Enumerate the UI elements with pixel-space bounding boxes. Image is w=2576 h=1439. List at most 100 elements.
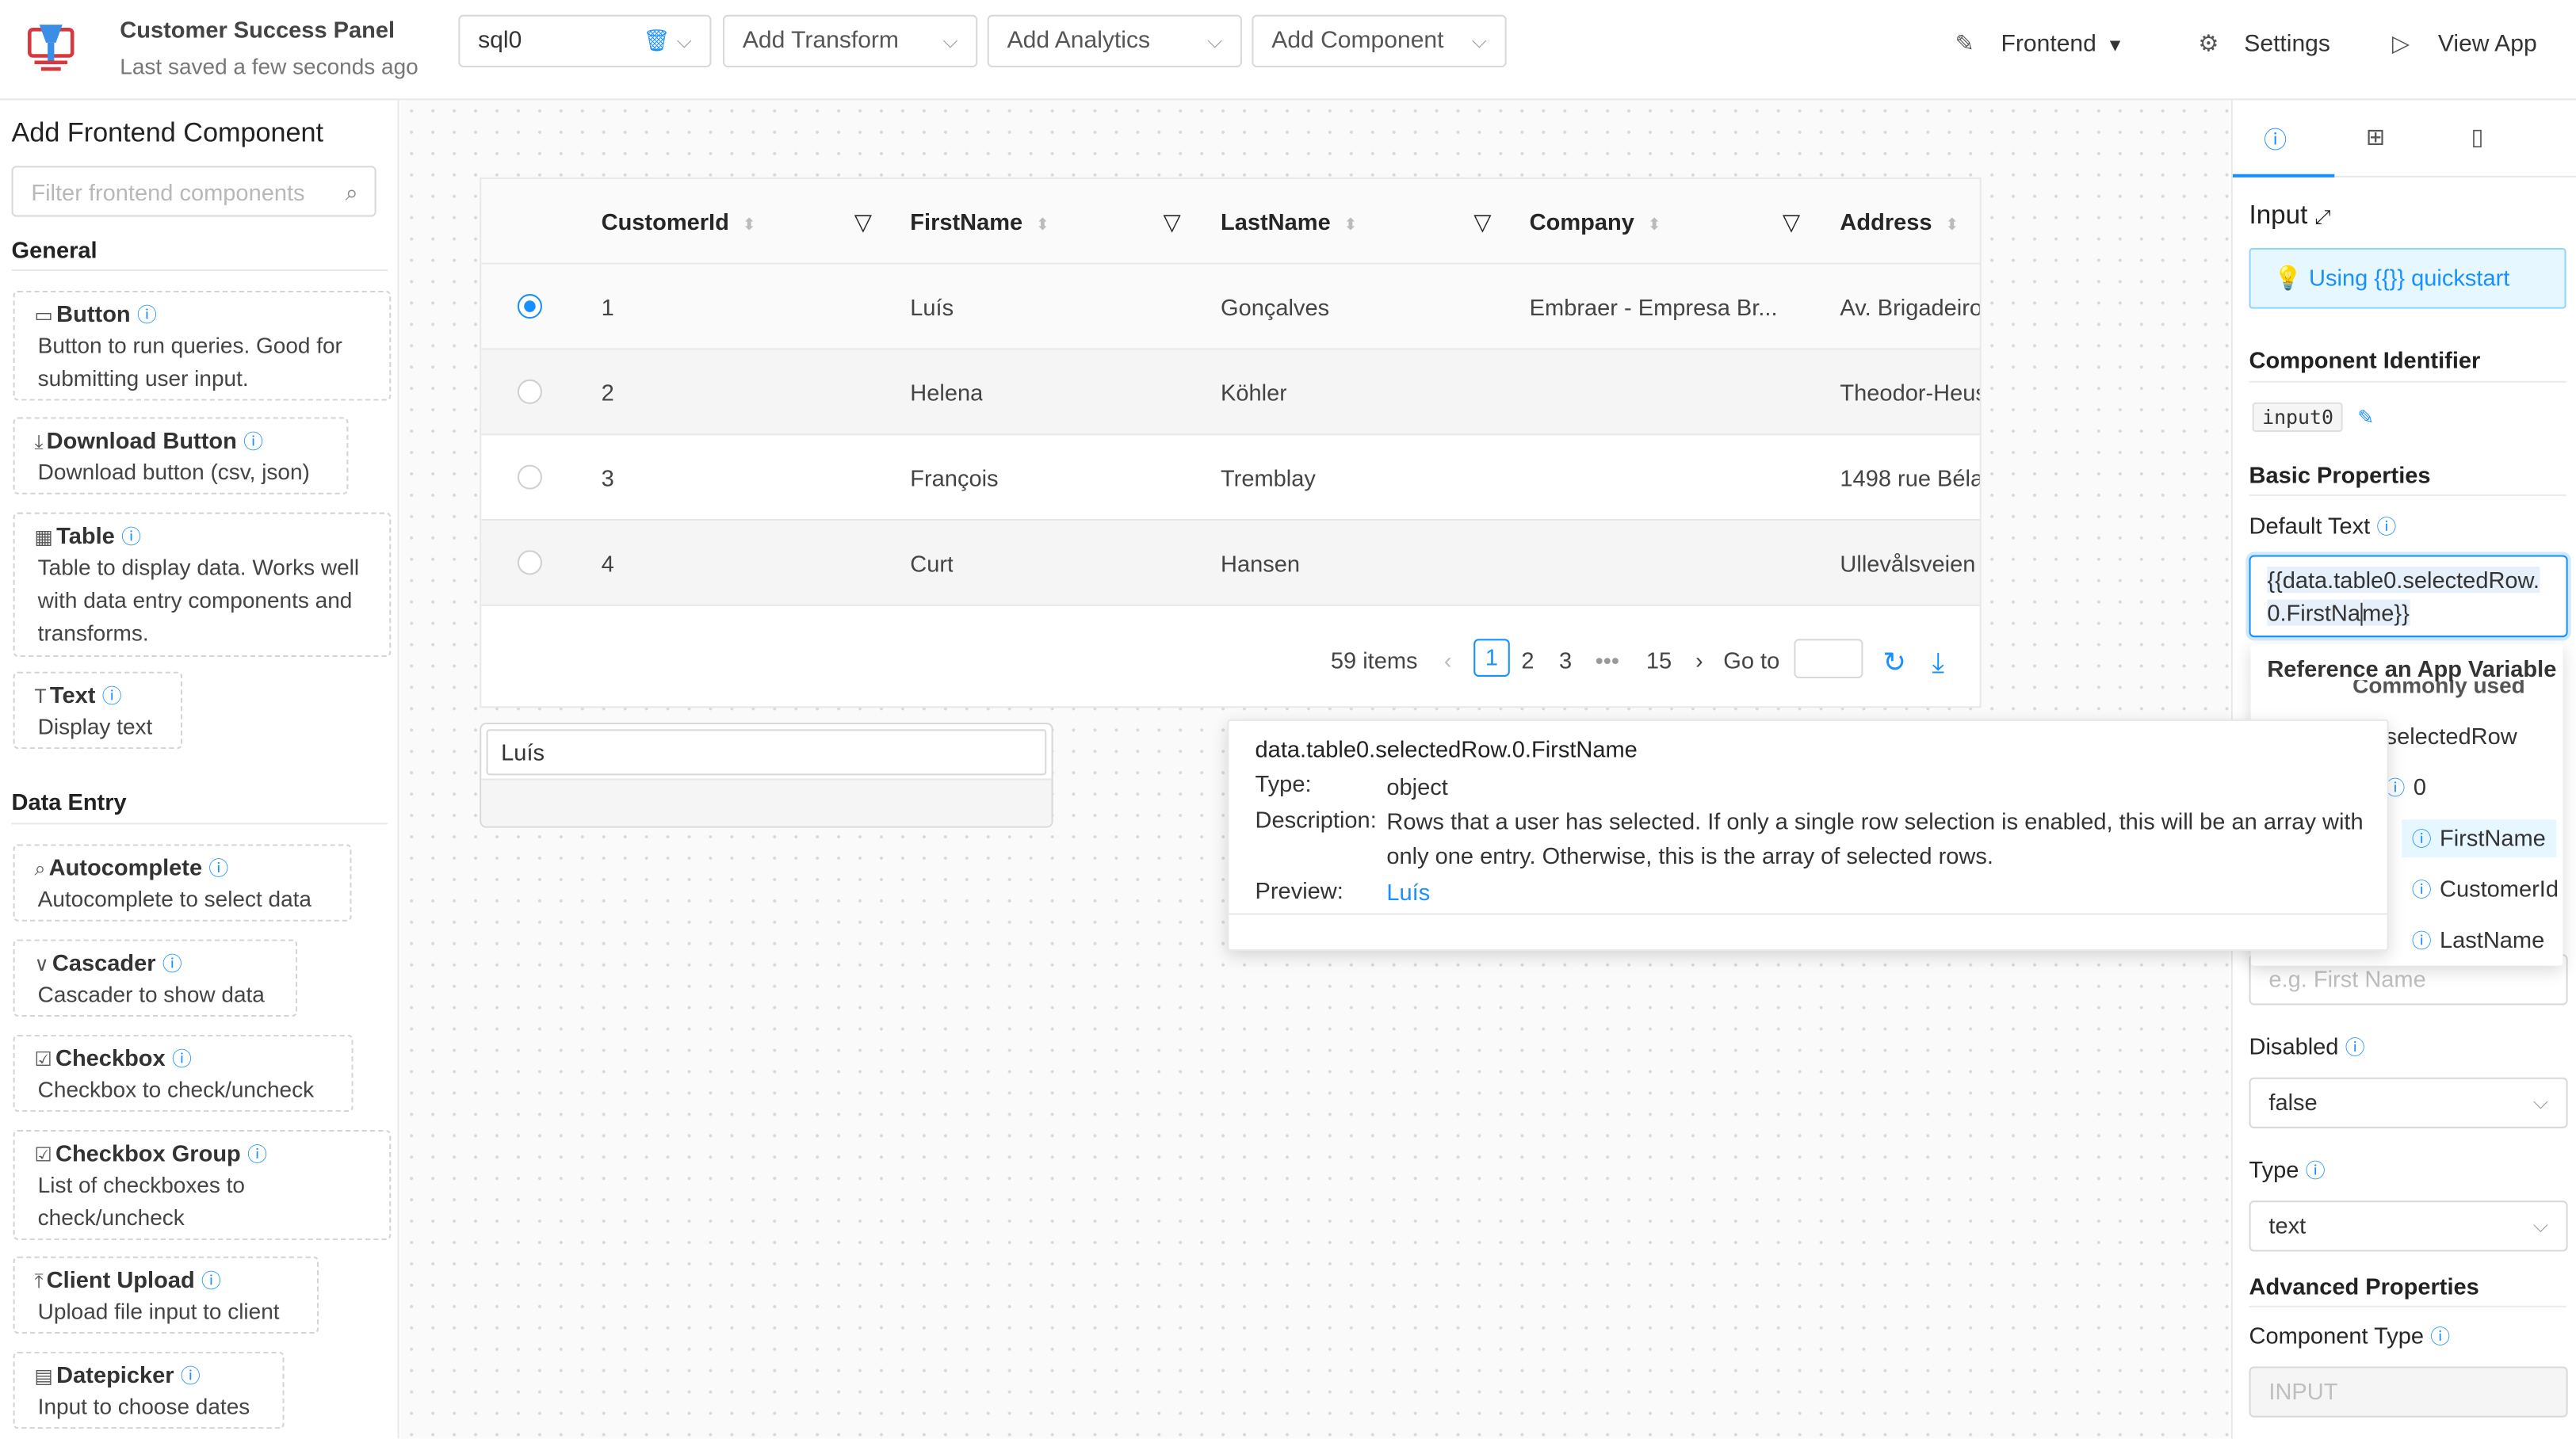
component-card-autocomplete[interactable]: ⌕ Autocomplete ⓘ Autocomplete to select da… xyxy=(13,844,352,922)
search-icon: ⌕ xyxy=(345,178,358,206)
table-row[interactable]: 4 Curt Hansen Ullevålsveien xyxy=(481,521,1980,606)
sort-icon[interactable]: ⬍ xyxy=(1647,217,1661,235)
page-2[interactable]: 2 xyxy=(1521,647,1534,674)
query-select-value: sql0 xyxy=(478,28,522,55)
tooltip-type-value: object xyxy=(1386,773,1448,800)
info-icon[interactable]: ⓘ xyxy=(247,1143,267,1166)
disabled-select[interactable]: false ⌵ xyxy=(2249,1077,2568,1128)
sort-icon[interactable]: ⬍ xyxy=(742,217,755,235)
info-icon[interactable]: ⓘ xyxy=(208,857,228,880)
divider xyxy=(2249,1305,2566,1307)
default-text-input[interactable]: {{data.table0.selectedRow. 0.FirstNa me}} xyxy=(2249,555,2568,638)
query-select[interactable]: sql0 🗑 ⌵ xyxy=(458,14,712,67)
info-icon[interactable]: ⓘ xyxy=(2345,1036,2365,1059)
hierarchy-tab-icon[interactable]: ⊞ xyxy=(2359,123,2391,151)
row-radio[interactable] xyxy=(517,379,542,404)
filter-icon[interactable]: ▽ xyxy=(1473,179,1491,265)
column-header-lastname[interactable]: LastName ⬍ xyxy=(1221,179,1358,265)
dropdown-item-lastname[interactable]: ⓘ LastName xyxy=(2412,926,2545,954)
refresh-icon[interactable]: ↻ xyxy=(1882,647,1906,680)
component-card-datepicker[interactable]: ▤ Datepicker ⓘ Input to choose dates xyxy=(13,1351,285,1429)
disabled-value: false xyxy=(2268,1089,2318,1116)
dropdown-item-selectedrow[interactable]: selectedRow xyxy=(2386,723,2517,749)
column-header-customerid[interactable]: CustomerId ⬍ xyxy=(602,179,756,265)
info-icon[interactable]: ⓘ xyxy=(137,303,157,326)
info-icon[interactable]: ⓘ xyxy=(121,525,141,548)
column-header-company[interactable]: Company ⬍ xyxy=(1530,179,1661,265)
expand-icon[interactable]: ⤢ xyxy=(2315,205,2331,228)
dropdown-item-firstname[interactable]: ⓘ FirstName xyxy=(2402,819,2556,857)
filter-components-input[interactable]: Filter frontend components ⌕ xyxy=(11,166,376,217)
input-component[interactable]: Luís xyxy=(480,722,1053,828)
info-icon[interactable]: ⓘ xyxy=(2306,1159,2326,1182)
add-component-select[interactable]: Add Component ⌵ xyxy=(1252,14,1507,67)
table-component[interactable]: CustomerId ⬍ FirstName ⬍ LastName ⬍ Company… xyxy=(480,177,1982,708)
component-title: Input ⤢ xyxy=(2249,201,2331,231)
component-card-client-upload[interactable]: ⤒ Client Upload ⓘ Upload file input to cli… xyxy=(13,1256,319,1334)
component-card-table[interactable]: ▦ Table ⓘ Table to display data. Works wel… xyxy=(13,512,392,658)
info-icon: ⓘ xyxy=(2411,929,2432,953)
docs-tab-icon[interactable]: ▯ xyxy=(2461,123,2494,151)
filter-icon[interactable]: ▽ xyxy=(854,179,872,265)
filter-icon[interactable]: ▽ xyxy=(1783,179,1800,265)
info-icon: ⓘ xyxy=(2411,878,2432,902)
component-card-checkbox-group[interactable]: ☑ Checkbox Group ⓘ List of checkboxes to c… xyxy=(13,1130,392,1240)
component-card-text[interactable]: T Text ⓘ Display text xyxy=(13,671,183,750)
column-header-firstname[interactable]: FirstName ⬍ xyxy=(910,179,1049,265)
dropdown-item-0[interactable]: ⓘ 0 xyxy=(2386,773,2426,801)
goto-input[interactable] xyxy=(1794,639,1863,679)
component-name: Download Button xyxy=(46,426,237,454)
table-row[interactable]: 3 François Tremblay 1498 rue Béla xyxy=(481,435,1980,521)
row-radio[interactable] xyxy=(517,294,542,319)
cell-address: Av. Brigadeiro xyxy=(1840,294,1982,321)
add-analytics-label: Add Analytics xyxy=(1007,28,1151,55)
component-card-download-button[interactable]: ⤓ Download Button ⓘ Download button (csv, … xyxy=(13,417,349,494)
prev-page-icon[interactable]: ‹ xyxy=(1444,647,1452,674)
info-icon[interactable]: ⓘ xyxy=(102,685,122,708)
add-analytics-select[interactable]: Add Analytics ⌵ xyxy=(987,14,1242,67)
info-icon[interactable]: ⓘ xyxy=(243,430,263,453)
frontend-menu[interactable]: ✎ Frontend ▼ xyxy=(1955,29,2124,57)
type-select[interactable]: text ⌵ xyxy=(2249,1200,2568,1252)
next-page-icon[interactable]: › xyxy=(1695,647,1703,674)
download-icon[interactable]: ⤓ xyxy=(1932,647,1944,680)
page-15[interactable]: 15 xyxy=(1646,647,1672,674)
tooltip-preview-value[interactable]: Luís xyxy=(1386,876,2372,909)
component-card-cascader[interactable]: ∨ Cascader ⓘ Cascader to show data xyxy=(13,939,298,1017)
dropdown-item-customerid[interactable]: ⓘ CustomerId xyxy=(2412,876,2559,903)
total-items: 59 items xyxy=(1330,647,1418,674)
edit-icon[interactable]: ✎ xyxy=(2357,406,2374,429)
page-ellipsis[interactable]: ••• xyxy=(1596,647,1620,674)
app-logo-icon[interactable] xyxy=(25,21,77,74)
sort-icon[interactable]: ⬍ xyxy=(1343,217,1357,235)
info-icon[interactable]: ⓘ xyxy=(2377,516,2397,539)
info-icon[interactable]: ⓘ xyxy=(172,1048,192,1071)
column-header-address[interactable]: Address ⬍ xyxy=(1840,179,1959,265)
filter-icon[interactable]: ▽ xyxy=(1163,179,1180,265)
sort-icon[interactable]: ⬍ xyxy=(1945,217,1959,235)
row-radio[interactable] xyxy=(517,464,542,490)
add-transform-select[interactable]: Add Transform ⌵ xyxy=(722,14,978,67)
info-icon[interactable]: ⓘ xyxy=(2430,1326,2450,1349)
quickstart-button[interactable]: 💡 Using {{}} quickstart xyxy=(2249,247,2566,309)
page-3[interactable]: 3 xyxy=(1559,647,1572,674)
settings-button[interactable]: ⚙ Settings xyxy=(2198,29,2330,57)
cell-firstname: François xyxy=(910,464,999,491)
trash-icon[interactable]: 🗑 xyxy=(643,17,670,66)
frontend-menu-label: Frontend xyxy=(2001,31,2096,58)
view-app-button[interactable]: ▷ View App xyxy=(2392,29,2537,57)
sort-icon[interactable]: ⬍ xyxy=(1036,217,1049,235)
page-1[interactable]: 1 xyxy=(1473,639,1510,677)
component-card-button[interactable]: ▭ Button ⓘ Button to run queries. Good for… xyxy=(13,290,392,401)
info-icon[interactable]: ⓘ xyxy=(181,1365,201,1387)
info-tab-icon[interactable]: ⓘ xyxy=(2259,123,2291,155)
chevron-down-icon: ⌵ xyxy=(676,29,692,53)
row-radio[interactable] xyxy=(517,550,542,575)
table-row[interactable]: 1 Luís Gonçalves Embraer - Empresa Br...… xyxy=(481,264,1982,350)
input-field[interactable]: Luís xyxy=(486,729,1047,776)
table-row[interactable]: 2 Helena Köhler Theodor-Heus xyxy=(481,349,1980,436)
cell-firstname: Curt xyxy=(910,550,954,577)
info-icon[interactable]: ⓘ xyxy=(162,952,182,975)
info-icon[interactable]: ⓘ xyxy=(201,1269,221,1292)
component-card-checkbox[interactable]: ☑ Checkbox ⓘ Checkbox to check/uncheck xyxy=(13,1034,354,1113)
